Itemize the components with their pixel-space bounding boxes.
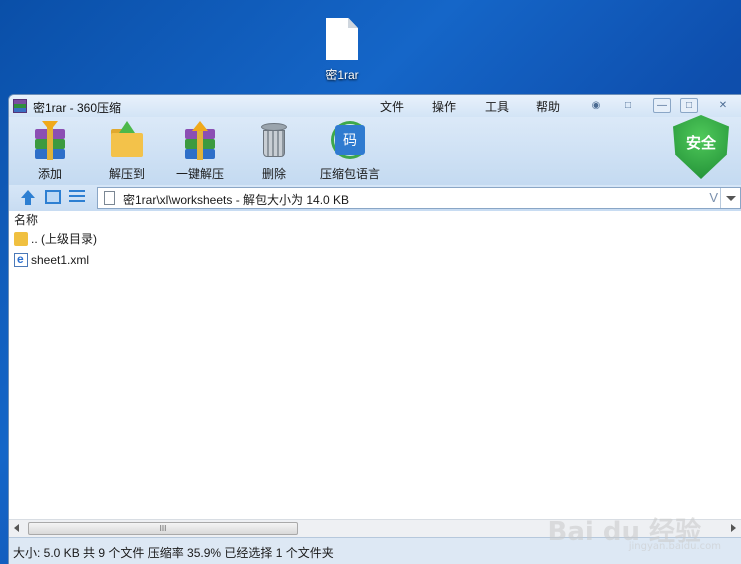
close-button[interactable]: ✕ <box>714 98 732 113</box>
app-logo-icon <box>13 99 27 113</box>
address-toolbar: 密1rar\xl\worksheets - 解包大小为 14.0 KB V <box>9 185 741 211</box>
toolbar: 添加 解压到 一键解压 删除 码 压缩包语言 安全 <box>9 115 741 185</box>
feedback-icon[interactable]: □ <box>619 98 637 113</box>
desktop-icon-label: 密1rar <box>325 68 359 82</box>
add-archive-icon <box>31 121 69 160</box>
security-shield-icon[interactable]: 安全 <box>673 115 729 179</box>
desktop-file-icon[interactable]: 密1rar <box>312 14 372 84</box>
list-item-name: sheet1.xml <box>31 253 90 267</box>
archive-language-button[interactable]: 码 压缩包语言 <box>318 121 382 181</box>
quick-extract-icon <box>181 121 219 160</box>
file-list: 名称 .. (上级目录) sheet1.xml <box>9 211 741 521</box>
xml-file-icon <box>14 249 28 270</box>
address-path: 密1rar\xl\worksheets - 解包大小为 14.0 KB <box>123 193 350 207</box>
scroll-right-icon[interactable] <box>731 524 736 532</box>
document-icon <box>104 191 115 205</box>
scrollbar-thumb[interactable]: III <box>28 522 298 535</box>
minimize-button[interactable]: — <box>653 98 671 113</box>
column-header-name[interactable]: 名称 <box>9 211 741 229</box>
trash-icon <box>255 121 293 159</box>
list-item-name: .. (上级目录) <box>31 232 97 246</box>
status-text: 大小: 5.0 KB 共 9 个文件 压缩率 35.9% 已经选择 1 个文件夹 <box>13 546 334 560</box>
add-label: 添加 <box>37 167 62 181</box>
delete-label: 删除 <box>261 167 286 181</box>
extract-to-label: 解压到 <box>108 167 145 181</box>
window-title: 密1rar - 360压缩 <box>33 101 122 115</box>
menu-file[interactable]: 文件 <box>380 98 404 115</box>
scroll-left-icon[interactable] <box>14 524 19 532</box>
archive-language-label: 压缩包语言 <box>319 167 380 181</box>
list-item[interactable]: sheet1.xml <box>9 249 741 271</box>
folder-icon <box>14 232 28 246</box>
blank-file-icon <box>326 18 358 60</box>
list-view-icon[interactable] <box>69 190 85 204</box>
up-arrow-icon[interactable] <box>19 190 37 206</box>
list-item[interactable]: .. (上级目录) <box>9 229 741 250</box>
history-dropdown[interactable]: V <box>709 190 718 205</box>
menu-help[interactable]: 帮助 <box>536 98 560 115</box>
add-button[interactable]: 添加 <box>25 121 75 181</box>
maximize-button[interactable]: □ <box>680 98 698 113</box>
quick-extract-label: 一键解压 <box>175 167 224 181</box>
archive-language-icon: 码 <box>331 121 369 159</box>
app-window: 密1rar - 360压缩 文件 操作 工具 帮助 ◉ □ — □ ✕ 添加 解… <box>8 94 741 564</box>
watermark: Bai du 经验 jingyan.baidu.com <box>548 511 722 552</box>
menu-operate[interactable]: 操作 <box>432 98 456 115</box>
quick-extract-button[interactable]: 一键解压 <box>172 121 228 181</box>
address-field[interactable]: 密1rar\xl\worksheets - 解包大小为 14.0 KB V <box>97 187 741 209</box>
skin-icon[interactable]: ◉ <box>587 98 605 113</box>
extract-to-icon <box>108 121 146 159</box>
delete-button[interactable]: 删除 <box>254 121 294 181</box>
chevron-down-icon[interactable] <box>720 188 740 208</box>
title-bar: 密1rar - 360压缩 文件 操作 工具 帮助 ◉ □ — □ ✕ <box>9 95 741 117</box>
watermark-sub: jingyan.baidu.com <box>628 541 721 552</box>
thumbnail-view-icon[interactable] <box>45 190 61 204</box>
menu-tools[interactable]: 工具 <box>485 98 509 115</box>
extract-to-button[interactable]: 解压到 <box>101 121 153 181</box>
